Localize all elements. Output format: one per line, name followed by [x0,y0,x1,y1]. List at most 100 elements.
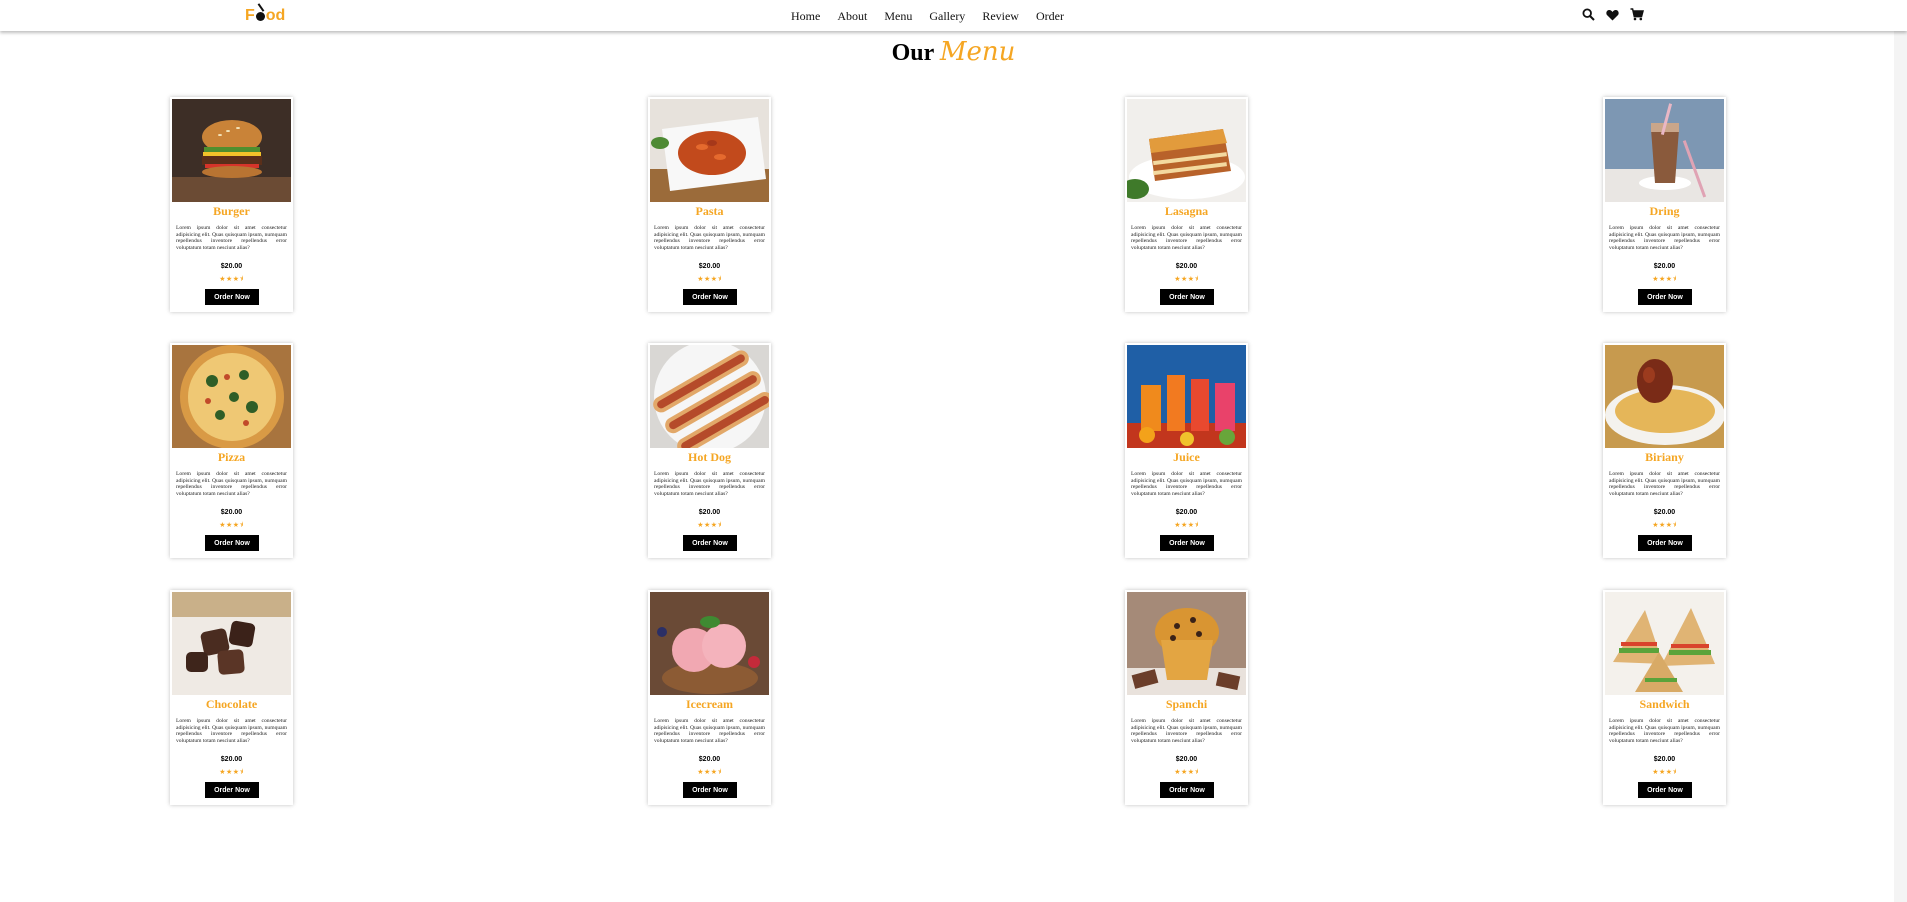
frying-pan-icon: ​ [255,3,266,25]
nav-menu[interactable]: Menu [884,9,912,24]
card-title: Burger [213,204,250,218]
search-icon[interactable] [1581,7,1596,22]
star-rating: ★★★⯨ [697,275,722,283]
order-now-button[interactable]: Order Now [683,535,737,551]
card-description: Lorem ipsum dolor sit amet consectetur a… [176,225,287,251]
logo[interactable]: F​od [245,3,286,25]
menu-card-juice: Juice Lorem ipsum dolor sit amet consect… [1125,343,1248,558]
juice-image [1127,345,1246,448]
card-description: Lorem ipsum dolor sit amet consectetur a… [654,718,765,744]
card-price: $20.00 [698,509,721,516]
card-title: Juice [1173,450,1200,464]
card-title: Sandwich [1639,697,1690,711]
order-now-button[interactable]: Order Now [1638,289,1692,305]
star-rating: ★★★⯨ [1652,521,1677,529]
cart-icon[interactable] [1629,7,1644,22]
nav-review[interactable]: Review [982,9,1019,24]
card-price: $20.00 [698,756,721,763]
chocolate-image [172,592,291,695]
drink-image [1605,99,1724,202]
scrollbar[interactable] [1894,0,1907,902]
order-now-button[interactable]: Order Now [1160,782,1214,798]
card-title: Icecream [685,697,734,711]
card-title: Lasagna [1164,204,1209,218]
nav-about[interactable]: About [837,9,867,24]
card-title: Pasta [695,204,724,218]
nav-gallery[interactable]: Gallery [929,9,965,24]
card-description: Lorem ipsum dolor sit amet consectetur a… [176,718,287,744]
pasta-image [650,99,769,202]
star-rating: ★★★⯨ [1174,275,1199,283]
icecream-image [650,592,769,695]
card-price: $20.00 [1653,756,1676,763]
page-title: Our Menu [0,37,1907,67]
card-price: $20.00 [220,509,243,516]
menu-card-spanchi: Spanchi Lorem ipsum dolor sit amet conse… [1125,590,1248,805]
menu-card-pizza: Pizza Lorem ipsum dolor sit amet consect… [170,343,293,558]
star-rating: ★★★⯨ [697,521,722,529]
menu-card-hot-dog: Hot Dog Lorem ipsum dolor sit amet conse… [648,343,771,558]
order-now-button[interactable]: Order Now [205,535,259,551]
nav-home[interactable]: Home [791,9,820,24]
menu-card-burger: Burger Lorem ipsum dolor sit amet consec… [170,97,293,312]
navbar: F​od Home About Menu Gallery Review Orde… [0,0,1907,31]
menu-card-chocolate: Chocolate Lorem ipsum dolor sit amet con… [170,590,293,805]
order-now-button[interactable]: Order Now [683,289,737,305]
order-now-button[interactable]: Order Now [683,782,737,798]
card-price: $20.00 [1175,756,1198,763]
burger-image [172,99,291,202]
card-description: Lorem ipsum dolor sit amet consectetur a… [1131,718,1242,744]
nav-order[interactable]: Order [1036,9,1064,24]
sandwich-image [1605,592,1724,695]
card-description: Lorem ipsum dolor sit amet consectetur a… [1609,718,1720,744]
star-rating: ★★★⯨ [1174,521,1199,529]
card-description: Lorem ipsum dolor sit amet consectetur a… [1131,471,1242,497]
star-rating: ★★★⯨ [697,768,722,776]
hot-dog-image [650,345,769,448]
card-description: Lorem ipsum dolor sit amet consectetur a… [654,225,765,251]
card-price: $20.00 [1175,263,1198,270]
nav-icons [1581,7,1644,22]
star-rating: ★★★⯨ [219,521,244,529]
card-price: $20.00 [1653,509,1676,516]
star-rating: ★★★⯨ [219,275,244,283]
biriany-image [1605,345,1724,448]
card-title: Hot Dog [688,450,731,464]
card-price: $20.00 [1175,509,1198,516]
star-rating: ★★★⯨ [1174,768,1199,776]
order-now-button[interactable]: Order Now [1638,535,1692,551]
muffin-image [1127,592,1246,695]
lasagna-image [1127,99,1246,202]
card-title: Spanchi [1165,697,1208,711]
order-now-button[interactable]: Order Now [205,289,259,305]
card-description: Lorem ipsum dolor sit amet consectetur a… [176,471,287,497]
menu-card-icecream: Icecream Lorem ipsum dolor sit amet cons… [648,590,771,805]
logo-text-end: od [265,7,286,24]
card-price: $20.00 [1653,263,1676,270]
order-now-button[interactable]: Order Now [1160,535,1214,551]
menu-card-sandwich: Sandwich Lorem ipsum dolor sit amet cons… [1603,590,1726,805]
star-rating: ★★★⯨ [219,768,244,776]
nav-links: Home About Menu Gallery Review Order [791,9,1081,24]
order-now-button[interactable]: Order Now [205,782,259,798]
card-price: $20.00 [220,263,243,270]
card-title: Dring [1649,204,1680,218]
menu-card-dring: Dring Lorem ipsum dolor sit amet consect… [1603,97,1726,312]
heart-icon[interactable] [1605,7,1620,22]
order-now-button[interactable]: Order Now [1160,289,1214,305]
logo-text-start: F [245,7,255,24]
star-rating: ★★★⯨ [1652,768,1677,776]
card-description: Lorem ipsum dolor sit amet consectetur a… [654,471,765,497]
menu-card-pasta: Pasta Lorem ipsum dolor sit amet consect… [648,97,771,312]
card-title: Biriany [1645,450,1684,464]
card-title: Chocolate [205,697,258,711]
card-description: Lorem ipsum dolor sit amet consectetur a… [1609,471,1720,497]
page-title-accent: Menu [939,37,1016,67]
pizza-image [172,345,291,448]
card-description: Lorem ipsum dolor sit amet consectetur a… [1131,225,1242,251]
page-title-first: Our [891,40,934,66]
card-price: $20.00 [698,263,721,270]
star-rating: ★★★⯨ [1652,275,1677,283]
order-now-button[interactable]: Order Now [1638,782,1692,798]
card-title: Pizza [217,450,246,464]
